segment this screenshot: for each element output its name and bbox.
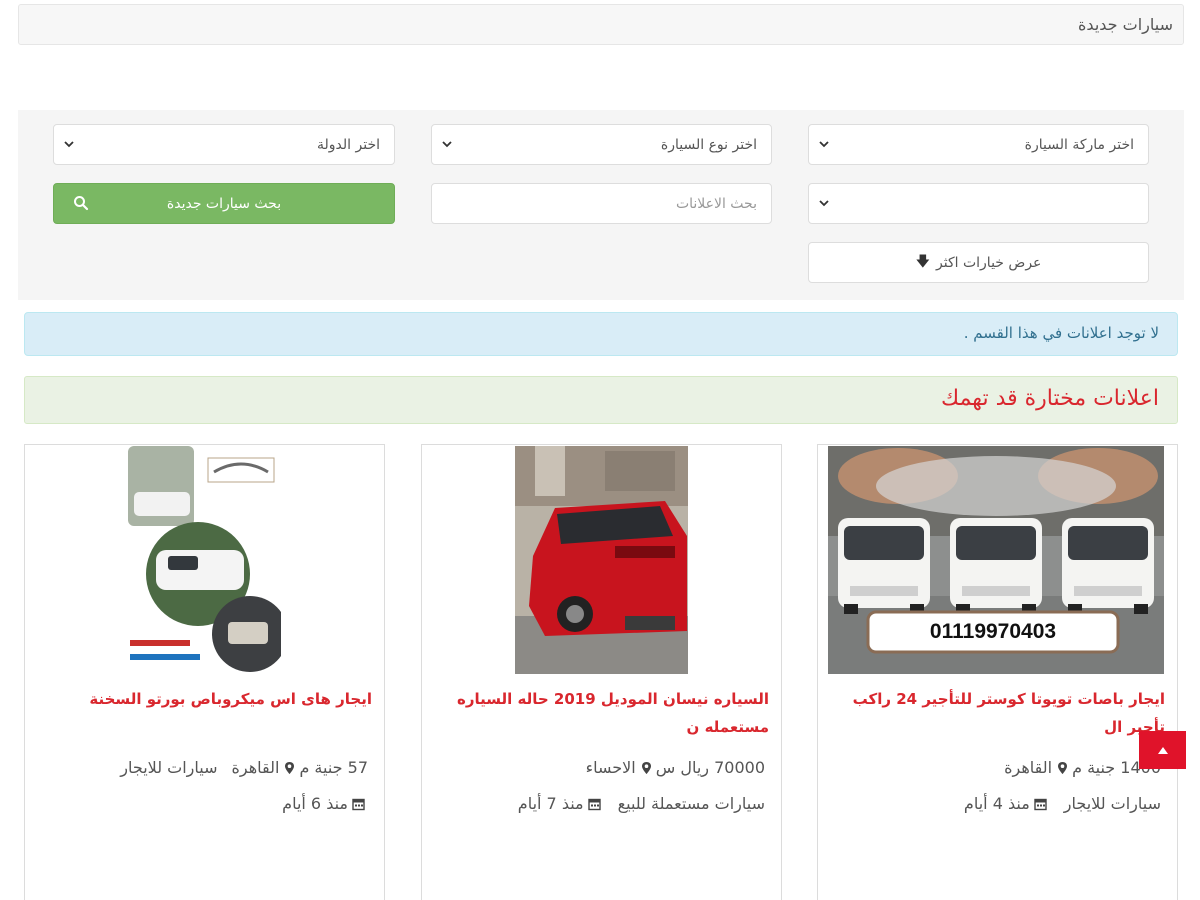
ad-category[interactable]: سيارات للايجار	[1064, 794, 1161, 813]
breadcrumb: سيارات جديدة	[18, 4, 1184, 45]
country-select-value: اختر الدولة	[317, 136, 380, 153]
ad-image-buses[interactable]: 01119970403	[828, 446, 1164, 674]
model-select[interactable]	[808, 183, 1149, 224]
chevron-down-icon	[819, 200, 829, 207]
map-marker-icon	[641, 761, 651, 774]
chevron-down-icon	[442, 141, 452, 148]
search-input-placeholder: بحث الاعلانات	[675, 195, 757, 212]
ad-price: 57 جنية م	[299, 758, 368, 777]
brand-select[interactable]: اختر ماركة السيارة	[808, 124, 1149, 165]
ad-location: القاهرة	[1004, 758, 1053, 777]
calendar-icon	[1034, 798, 1047, 810]
car-type-select-value: اختر نوع السيارة	[660, 136, 757, 153]
more-options-button[interactable]: عرض خيارات اكثر 🡇	[808, 242, 1149, 283]
microbus-collage	[128, 446, 281, 674]
arrow-down-icon: 🡇	[915, 253, 931, 270]
ad-category[interactable]: سيارات مستعملة للبيع	[618, 794, 765, 813]
calendar-icon	[587, 798, 601, 810]
ad-date: منذ 4 أيام	[963, 794, 1030, 813]
chevron-down-icon	[64, 141, 74, 148]
ad-card-3[interactable]: ايجار هاى اس ميكروباص بورتو السخنة 57 جن…	[24, 444, 385, 900]
ad-location: القاهرة	[231, 758, 280, 777]
more-options-label: عرض خيارات اكثر	[936, 254, 1042, 271]
red-car-photo	[515, 446, 688, 674]
ad-card-2[interactable]: السياره نيسان الموديل 2019 حاله السياره …	[421, 444, 782, 900]
no-ads-alert: لا توجد اعلانات في هذا القسم .	[24, 312, 1178, 356]
country-select[interactable]: اختر الدولة	[53, 124, 395, 165]
brand-select-value: اختر ماركة السيارة	[1024, 136, 1134, 153]
search-button-label: بحث سيارات جديدة	[166, 195, 282, 212]
ad-image-nissan[interactable]	[515, 446, 688, 674]
search-icon	[74, 196, 89, 211]
chevron-down-icon	[819, 141, 829, 148]
car-type-select[interactable]: اختر نوع السيارة	[431, 124, 772, 165]
ad-date: منذ 7 أيام	[517, 794, 584, 813]
ad-title[interactable]: السياره نيسان الموديل 2019 حاله السياره …	[434, 685, 769, 741]
scroll-top-button[interactable]	[1139, 731, 1186, 769]
page-title: سيارات جديدة	[1078, 15, 1173, 34]
no-ads-alert-text: لا توجد اعلانات في هذا القسم .	[963, 324, 1159, 342]
ad-meta-row: 70000 ريال س الاحساء	[434, 758, 765, 777]
ad-meta-row: سيارات للايجار منذ 4 أيام	[830, 794, 1161, 813]
ad-category[interactable]: سيارات للايجار	[120, 758, 217, 777]
map-marker-icon	[285, 761, 295, 774]
ad-title[interactable]: ايجار هاى اس ميكروباص بورتو السخنة	[37, 685, 372, 713]
ad-image-microbus[interactable]	[128, 446, 281, 674]
featured-ads-header: اعلانات مختارة قد تهمك	[24, 376, 1178, 424]
calendar-icon	[352, 798, 365, 810]
ad-title[interactable]: ايجار باصات تويوتا كوستر للتأجير 24 راكب…	[830, 685, 1165, 741]
featured-ads-title: اعلانات مختارة قد تهمك	[941, 386, 1159, 411]
map-marker-icon	[1058, 761, 1068, 774]
ad-meta-row: 1400 جنية م القاهرة	[830, 758, 1161, 777]
ad-image-phone: 01119970403	[929, 620, 1057, 643]
ad-date: منذ 6 أيام	[282, 794, 348, 813]
filter-panel: اختر ماركة السيارة اختر نوع السيارة اختر…	[18, 110, 1184, 300]
ad-price: 70000 ريال س	[655, 758, 765, 777]
ad-location: الاحساء	[585, 758, 636, 777]
ad-card-1[interactable]: 01119970403 ايجار باصات تويوتا كوستر للت…	[817, 444, 1178, 900]
search-button[interactable]: بحث سيارات جديدة	[53, 183, 395, 224]
caret-up-icon	[1157, 747, 1168, 754]
ad-meta-row: منذ 6 أيام	[37, 794, 368, 813]
ad-meta-row: 57 جنية م القاهرة سيارات للايجار	[37, 758, 368, 777]
search-input[interactable]: بحث الاعلانات	[431, 183, 772, 224]
ad-meta-row: سيارات مستعملة للبيع منذ 7 أيام	[434, 794, 765, 813]
